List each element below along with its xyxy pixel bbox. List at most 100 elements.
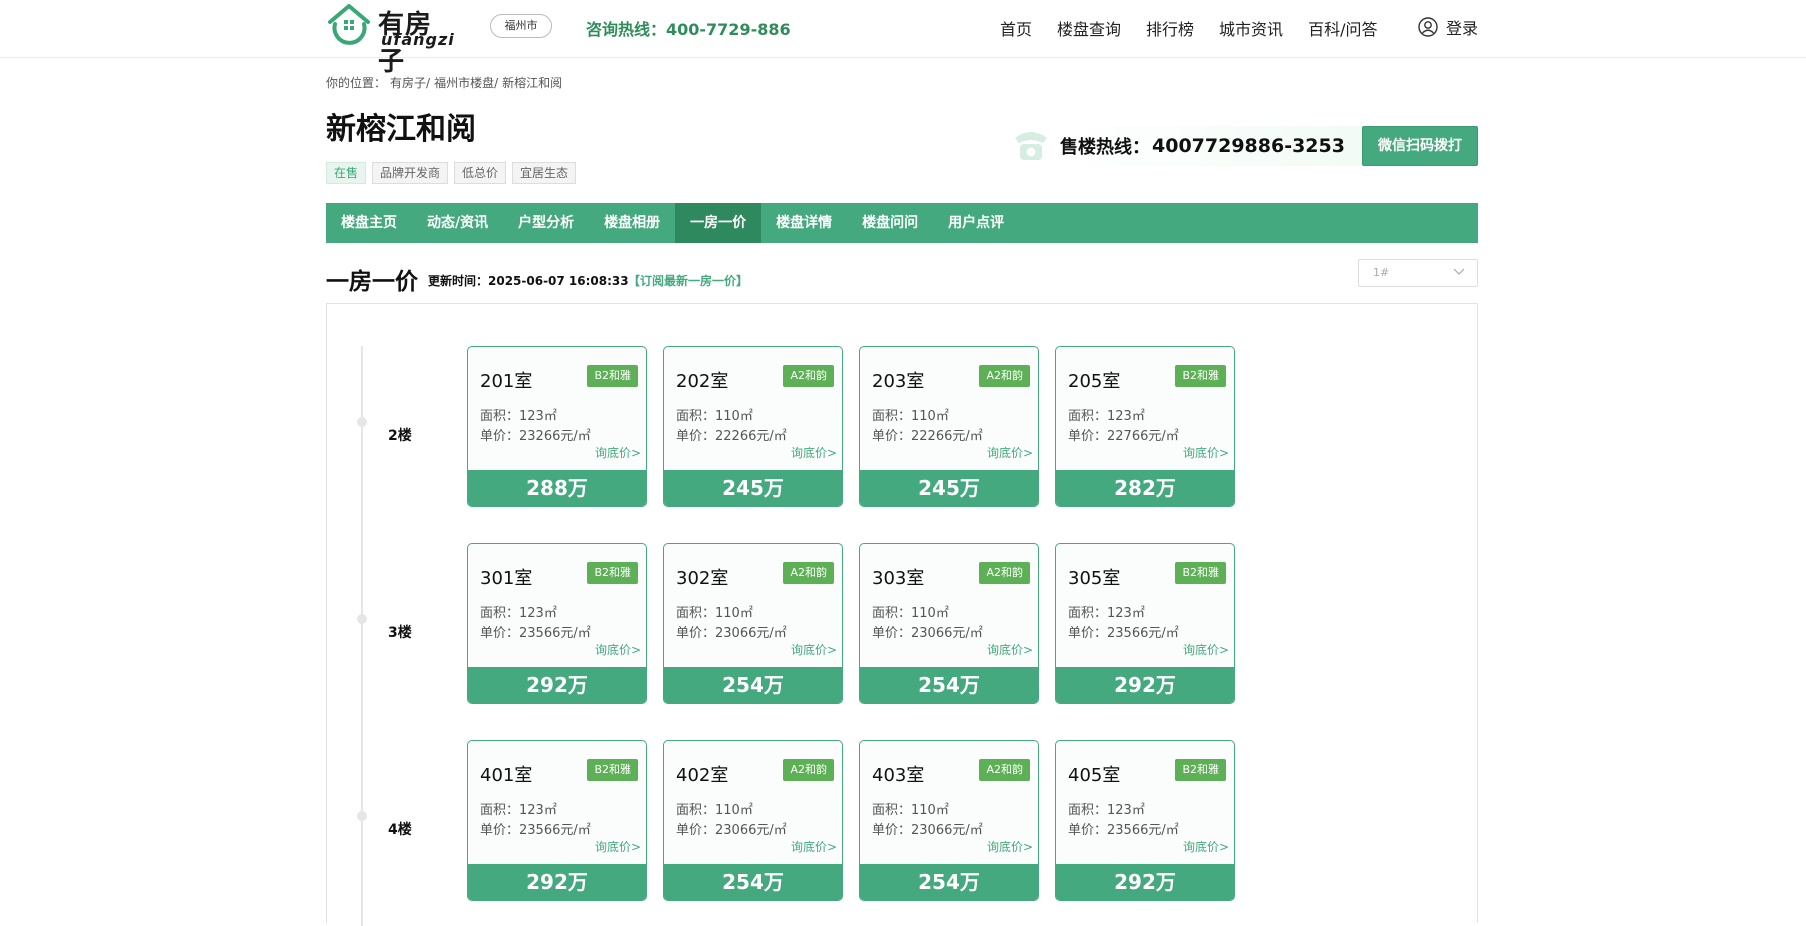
building-select[interactable]: 1#: [1358, 259, 1478, 287]
unit-total-price: 292万: [1056, 667, 1234, 703]
unit-price: 单价：23066元/㎡: [676, 823, 787, 838]
ask-price-link[interactable]: 询底价>: [1183, 838, 1229, 855]
logo-subtext: ufangzi: [381, 30, 455, 49]
nav-item-ranking[interactable]: 排行榜: [1146, 16, 1194, 40]
unit-total-price: 288万: [468, 470, 646, 506]
tab-layouts[interactable]: 户型分析: [503, 203, 589, 243]
tab-unit-prices[interactable]: 一房一价: [675, 203, 762, 243]
breadcrumb-prefix: 你的位置：: [326, 76, 387, 90]
unit-room-number: 305室: [1068, 568, 1121, 589]
unit-card[interactable]: 205室 B2和雅 面积：123㎡ 单价：22766元/㎡ 询底价> 282万: [1055, 346, 1235, 507]
timeline-dot: [357, 811, 367, 821]
unit-type-badge: B2和雅: [587, 562, 638, 584]
nav-item-wiki[interactable]: 百科/问答: [1308, 16, 1377, 40]
unit-type-badge: B2和雅: [1175, 562, 1226, 584]
unit-area: 面积：110㎡: [872, 409, 949, 424]
unit-total-price: 254万: [664, 667, 842, 703]
nav-item-home[interactable]: 首页: [1000, 16, 1032, 40]
tab-qa[interactable]: 楼盘问问: [847, 203, 933, 243]
unit-card[interactable]: 305室 B2和雅 面积：123㎡ 单价：23566元/㎡ 询底价> 292万: [1055, 543, 1235, 704]
tab-album[interactable]: 楼盘相册: [589, 203, 675, 243]
unit-price: 单价：23066元/㎡: [872, 823, 983, 838]
nav-item-news[interactable]: 城市资讯: [1219, 16, 1283, 40]
site-logo[interactable]: 有房子 ufangzi: [326, 2, 458, 77]
unit-type-badge: B2和雅: [1175, 759, 1226, 781]
unit-room-number: 405室: [1068, 765, 1121, 786]
unit-price: 单价：23266元/㎡: [480, 429, 591, 444]
unit-card[interactable]: 302室 A2和韵 面积：110㎡ 单价：23066元/㎡ 询底价> 254万: [663, 543, 843, 704]
sales-hotline-label: 售楼热线：: [1060, 137, 1150, 158]
property-tags: 在售 品牌开发商 低总价 宜居生态: [326, 162, 577, 184]
unit-card[interactable]: 401室 B2和雅 面积：123㎡ 单价：23566元/㎡ 询底价> 292万: [467, 740, 647, 901]
main-nav: 首页 楼盘查询 排行榜 城市资讯 百科/问答: [1000, 16, 1377, 40]
floor-row: 4楼 401室 B2和雅 面积：123㎡ 单价：23566元/㎡ 询底价> 292万 402室…: [327, 740, 1479, 901]
unit-total-price: 292万: [468, 864, 646, 900]
tab-reviews[interactable]: 用户点评: [933, 203, 1019, 243]
timeline-dot: [357, 614, 367, 624]
unit-area: 面积：110㎡: [676, 803, 753, 818]
ask-price-link[interactable]: 询底价>: [791, 838, 837, 855]
unit-area: 面积：110㎡: [676, 606, 753, 621]
status-badge: 在售: [326, 162, 367, 184]
house-logo-icon: [328, 4, 370, 45]
breadcrumb-link-home[interactable]: 有房子/: [390, 76, 430, 90]
ask-price-link[interactable]: 询底价>: [987, 444, 1033, 461]
floor-label: 4楼: [388, 822, 412, 838]
tag-brand: 品牌开发商: [372, 162, 449, 184]
unit-price: 单价：22266元/㎡: [676, 429, 787, 444]
ask-price-link[interactable]: 询底价>: [987, 838, 1033, 855]
unit-room-number: 302室: [676, 568, 729, 589]
unit-room-number: 203室: [872, 371, 925, 392]
unit-area: 面积：110㎡: [872, 606, 949, 621]
unit-area: 面积：123㎡: [480, 409, 557, 424]
unit-type-badge: A2和韵: [783, 562, 834, 584]
ask-price-link[interactable]: 询底价>: [987, 641, 1033, 658]
login-button[interactable]: 登录: [1418, 15, 1478, 39]
unit-card[interactable]: 301室 B2和雅 面积：123㎡ 单价：23566元/㎡ 询底价> 292万: [467, 543, 647, 704]
unit-price: 单价：23566元/㎡: [480, 626, 591, 641]
ask-price-link[interactable]: 询底价>: [791, 641, 837, 658]
ask-price-link[interactable]: 询底价>: [595, 444, 641, 461]
unit-card[interactable]: 402室 A2和韵 面积：110㎡ 单价：23066元/㎡ 询底价> 254万: [663, 740, 843, 901]
unit-total-price: 282万: [1056, 470, 1234, 506]
unit-card[interactable]: 201室 B2和雅 面积：123㎡ 单价：23266元/㎡ 询底价> 288万: [467, 346, 647, 507]
breadcrumb-link-city[interactable]: 福州市楼盘/: [434, 76, 498, 90]
unit-type-badge: A2和韵: [979, 759, 1030, 781]
ask-price-link[interactable]: 询底价>: [595, 838, 641, 855]
unit-card[interactable]: 202室 A2和韵 面积：110㎡ 单价：22266元/㎡ 询底价> 245万: [663, 346, 843, 507]
timeline-dot: [357, 417, 367, 427]
building-select-value: 1#: [1373, 266, 1390, 279]
unit-card[interactable]: 403室 A2和韵 面积：110㎡ 单价：23066元/㎡ 询底价> 254万: [859, 740, 1039, 901]
unit-area: 面积：123㎡: [1068, 606, 1145, 621]
floor-label: 2楼: [388, 428, 412, 444]
tab-home[interactable]: 楼盘主页: [326, 203, 412, 243]
unit-price: 单价：22266元/㎡: [872, 429, 983, 444]
login-label: 登录: [1446, 19, 1479, 38]
unit-card[interactable]: 303室 A2和韵 面积：110㎡ 单价：23066元/㎡ 询底价> 254万: [859, 543, 1039, 704]
floor-label: 3楼: [388, 625, 412, 641]
nav-item-search[interactable]: 楼盘查询: [1057, 16, 1121, 40]
subscribe-link[interactable]: 【订阅最新一房一价】: [628, 272, 748, 289]
ask-price-link[interactable]: 询底价>: [1183, 444, 1229, 461]
section-title: 一房一价: [326, 269, 418, 295]
city-switch-button[interactable]: 福州市: [490, 14, 552, 38]
property-tabs: 楼盘主页 动态/资讯 户型分析 楼盘相册 一房一价 楼盘详情 楼盘问问 用户点评: [326, 203, 1478, 243]
ask-price-link[interactable]: 询底价>: [1183, 641, 1229, 658]
unit-area: 面积：123㎡: [480, 803, 557, 818]
tab-details[interactable]: 楼盘详情: [761, 203, 847, 243]
unit-total-price: 292万: [468, 667, 646, 703]
breadcrumb: 你的位置： 有房子/福州市楼盘/新榕江和阅: [326, 74, 566, 91]
unit-card[interactable]: 203室 A2和韵 面积：110㎡ 单价：22266元/㎡ 询底价> 245万: [859, 346, 1039, 507]
wechat-call-button[interactable]: 微信扫码拨打: [1362, 126, 1478, 166]
breadcrumb-current: 新榕江和阅: [502, 76, 563, 90]
unit-type-badge: A2和韵: [979, 365, 1030, 387]
tab-news[interactable]: 动态/资讯: [412, 203, 503, 243]
ask-price-link[interactable]: 询底价>: [595, 641, 641, 658]
unit-total-price: 254万: [860, 864, 1038, 900]
ask-price-link[interactable]: 询底价>: [791, 444, 837, 461]
unit-room-number: 201室: [480, 371, 533, 392]
unit-area: 面积：110㎡: [676, 409, 753, 424]
unit-area: 面积：123㎡: [1068, 803, 1145, 818]
unit-card[interactable]: 405室 B2和雅 面积：123㎡ 单价：23566元/㎡ 询底价> 292万: [1055, 740, 1235, 901]
unit-total-price: 245万: [664, 470, 842, 506]
